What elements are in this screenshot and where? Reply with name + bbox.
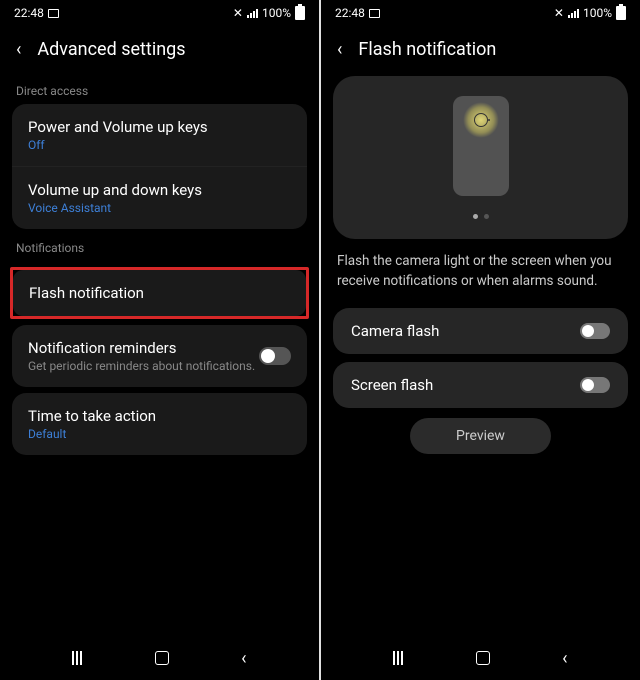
item-subtitle: Default <box>28 427 156 441</box>
item-volume-up-down[interactable]: Volume up and down keys Voice Assistant <box>12 166 307 229</box>
status-bar: 22:48 ✕ 100% <box>0 0 319 26</box>
flash-notification-card: Flash notification <box>13 270 306 316</box>
item-title: Screen flash <box>351 376 433 394</box>
status-bar: 22:48 ✕ 100% <box>321 0 640 26</box>
signal-icon <box>247 9 258 18</box>
item-subtitle: Voice Assistant <box>28 201 202 215</box>
pagination-dots[interactable] <box>473 214 489 219</box>
image-icon <box>369 9 380 18</box>
mute-icon: ✕ <box>554 6 564 20</box>
item-subtitle: Get periodic reminders about notificatio… <box>28 359 255 373</box>
highlight-flash-notification: Flash notification <box>10 267 309 319</box>
clock: 22:48 <box>14 6 44 20</box>
time-action-card: Time to take action Default <box>12 393 307 455</box>
item-title: Volume up and down keys <box>28 181 202 199</box>
back-icon[interactable]: ‹ <box>337 39 342 60</box>
battery-percent: 100% <box>262 6 291 20</box>
mute-icon: ✕ <box>233 6 243 20</box>
signal-icon <box>568 9 579 18</box>
item-notification-reminders[interactable]: Notification reminders Get periodic remi… <box>12 325 307 387</box>
back-icon[interactable]: ‹ <box>16 39 21 60</box>
direct-access-card: Power and Volume up keys Off Volume up a… <box>12 104 307 229</box>
clock: 22:48 <box>335 6 365 20</box>
phone-mockup <box>453 96 509 196</box>
item-subtitle: Off <box>28 138 208 152</box>
toggle-notification-reminders[interactable] <box>259 347 291 365</box>
camera-lens-icon <box>474 113 488 127</box>
dot-1 <box>473 214 478 219</box>
item-time-to-take-action[interactable]: Time to take action Default <box>12 393 307 455</box>
notification-reminders-card: Notification reminders Get periodic remi… <box>12 325 307 387</box>
flash-preview-card[interactable] <box>333 76 628 239</box>
flash-glow-icon <box>463 102 499 138</box>
toggle-screen-flash[interactable] <box>580 377 610 393</box>
page-title: Flash notification <box>358 39 496 60</box>
back-nav-icon[interactable]: ‹ <box>562 648 567 669</box>
back-nav-icon[interactable]: ‹ <box>241 648 246 669</box>
dot-2 <box>484 214 489 219</box>
home-icon[interactable] <box>155 651 169 665</box>
page-title: Advanced settings <box>37 39 185 60</box>
description-text: Flash the camera light or the screen whe… <box>333 251 628 308</box>
screen-advanced-settings: 22:48 ✕ 100% ‹ Advanced settings Direct … <box>0 0 319 680</box>
section-direct-access-label: Direct access <box>12 72 307 104</box>
item-title: Time to take action <box>28 407 156 425</box>
image-icon <box>48 9 59 18</box>
home-icon[interactable] <box>476 651 490 665</box>
screen-flash-notification: 22:48 ✕ 100% ‹ Flash notification Flash … <box>321 0 640 680</box>
section-notifications-label: Notifications <box>12 229 307 261</box>
preview-button[interactable]: Preview <box>410 418 551 454</box>
battery-percent: 100% <box>583 6 612 20</box>
header: ‹ Advanced settings <box>0 26 319 72</box>
item-flash-notification[interactable]: Flash notification <box>13 270 306 316</box>
battery-icon <box>295 6 305 20</box>
recents-icon[interactable] <box>393 651 403 665</box>
recents-icon[interactable] <box>72 651 82 665</box>
navigation-bar: ‹ <box>0 636 319 680</box>
item-title: Notification reminders <box>28 339 255 357</box>
item-power-volume-up[interactable]: Power and Volume up keys Off <box>12 104 307 166</box>
header: ‹ Flash notification <box>321 26 640 72</box>
navigation-bar: ‹ <box>321 636 640 680</box>
item-camera-flash[interactable]: Camera flash <box>333 308 628 354</box>
battery-icon <box>616 6 626 20</box>
preview-button-row: Preview <box>333 418 628 454</box>
item-screen-flash[interactable]: Screen flash <box>333 362 628 408</box>
item-title: Flash notification <box>29 284 144 302</box>
item-title: Power and Volume up keys <box>28 118 208 136</box>
toggle-camera-flash[interactable] <box>580 323 610 339</box>
item-title: Camera flash <box>351 322 439 340</box>
